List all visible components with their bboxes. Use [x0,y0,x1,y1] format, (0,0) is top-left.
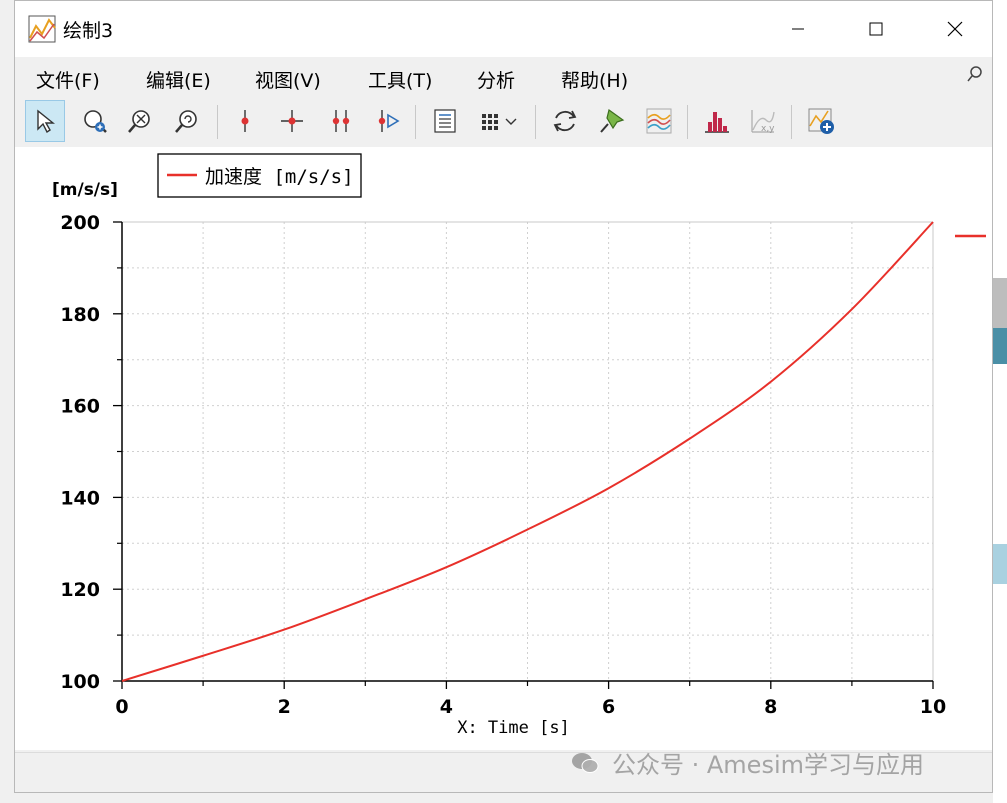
y-tick-label: 140 [60,487,100,509]
plot-window: 绘制3 文件(F) 编辑(E) 视图(V) 工具(T) 分析 帮助(H) x,y… [14,0,993,793]
x-tick-label: 2 [278,696,291,718]
crosshair-marker-icon [281,110,303,132]
y-tick-label: 160 [60,396,100,418]
crosshair-marker-button[interactable] [272,100,312,142]
window-title: 绘制3 [63,20,114,42]
close-button[interactable] [920,1,990,57]
menu-tools[interactable]: 工具(T) [368,66,432,93]
menu-file[interactable]: 文件(F) [36,66,100,93]
marker-play-button[interactable] [367,100,407,142]
toolbar-separator [791,105,792,139]
y-tick-label: 180 [60,304,100,326]
grid-layout-icon [482,114,517,130]
xy-plot-button[interactable]: x,y [743,100,783,142]
x-tick-label: 10 [920,696,946,718]
menu-bar: 文件(F) 编辑(E) 视图(V) 工具(T) 分析 帮助(H) [15,57,992,97]
legend-list-icon [434,109,456,133]
add-plot-button[interactable] [801,100,841,142]
svg-text:x,y: x,y [761,124,775,134]
histogram-icon [705,112,729,133]
single-marker-button[interactable] [225,100,265,142]
y-axis-label: [m/s/s] [52,180,118,200]
zoom-in-icon [84,110,107,133]
select-tool-button[interactable] [25,100,65,142]
watermark: 公众号 · Amesim学习与应用 [570,745,924,780]
zoom-in-button[interactable] [75,100,115,142]
curves-icon [646,108,672,134]
plot-area[interactable]: 0 2 4 6 8 10 100 120 140 160 180 200 [m/s/s] X: Time … [15,147,992,750]
curves-button[interactable] [639,100,679,142]
background-panel-lightblue [993,544,1007,584]
select-arrow-icon [37,109,55,134]
refresh-button[interactable] [545,100,585,142]
add-plot-icon [808,108,834,134]
minimize-button[interactable] [763,1,833,57]
close-icon [947,21,963,37]
toolbar: x,y [15,97,992,147]
watermark-text: 公众号 · Amesim学习与应用 [612,751,924,779]
x-tick-label: 0 [115,696,128,718]
double-marker-button[interactable] [321,100,361,142]
marker-play-icon [378,110,400,132]
grid-layout-dropdown[interactable] [473,100,529,142]
xy-plot-icon: x,y [751,110,775,134]
toolbar-separator [217,105,218,139]
y-tick-label: 100 [60,671,100,693]
maximize-icon [869,22,883,36]
x-tick-label: 8 [764,696,777,718]
legend-list-button[interactable] [425,100,465,142]
wechat-icon [572,752,599,773]
single-marker-icon [241,110,249,132]
legend-label: 加速度 [m/s/s] [205,166,354,188]
x-axis-label: X: Time [s] [457,718,570,738]
title-bar: 绘制3 [15,1,992,57]
y-tick-label: 200 [60,212,100,234]
toolbar-separator [535,105,536,139]
maximize-button[interactable] [841,1,911,57]
menu-help[interactable]: 帮助(H) [561,66,628,93]
line-chart[interactable]: 0 2 4 6 8 10 100 120 140 160 180 200 [m/s/s] X: Time … [15,147,992,750]
app-plot-icon [28,15,56,43]
pin-icon [600,108,625,133]
background-panel-gray [993,278,1007,328]
minimize-icon [792,28,804,30]
menu-analysis[interactable]: 分析 [477,66,515,93]
zoom-out-button[interactable] [167,100,207,142]
background-panel-teal [993,328,1007,364]
x-tick-label: 4 [440,696,453,718]
y-tick-label: 120 [60,579,100,601]
background-window-strip [993,0,1007,803]
x-tick-label: 6 [602,696,615,718]
double-marker-icon [332,110,350,132]
zoom-fit-icon [128,110,150,133]
refresh-icon [553,110,577,132]
dock-pin-icon[interactable] [966,65,984,83]
toolbar-separator [415,105,416,139]
histogram-button[interactable] [697,100,737,142]
zoom-fit-button[interactable] [120,100,160,142]
menu-view[interactable]: 视图(V) [255,66,321,93]
toolbar-separator [687,105,688,139]
pin-button[interactable] [592,100,632,142]
menu-edit[interactable]: 编辑(E) [146,66,211,93]
zoom-out-icon [175,110,197,133]
